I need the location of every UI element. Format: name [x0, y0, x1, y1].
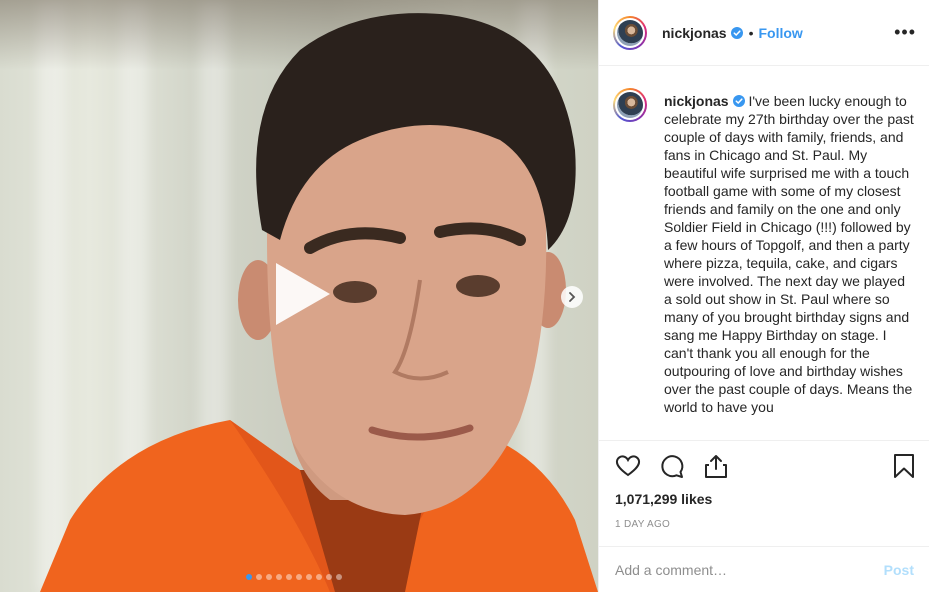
avatar-image [617, 19, 643, 46]
carousel-dot [336, 574, 342, 580]
caption: nickjonas I've been lucky enough to cele… [664, 92, 916, 416]
heart-icon[interactable] [615, 453, 641, 479]
comment-input[interactable] [615, 561, 865, 578]
play-icon [276, 263, 330, 325]
post-media[interactable] [0, 0, 598, 592]
caption-area: nickjonas I've been lucky enough to cele… [599, 66, 929, 440]
post-comment-button[interactable]: Post [884, 562, 914, 578]
like-count[interactable]: 1,071,299 likes [615, 491, 712, 507]
header-username[interactable]: nickjonas [662, 25, 727, 41]
comment-icon[interactable] [659, 453, 685, 479]
play-button[interactable] [266, 259, 336, 329]
bookmark-icon[interactable] [891, 453, 917, 479]
carousel-dot [296, 574, 302, 580]
follow-button[interactable]: Follow [759, 25, 803, 41]
header-separator: • [748, 24, 754, 41]
chevron-right-icon [569, 292, 576, 302]
caption-avatar[interactable] [613, 88, 647, 122]
avatar-image [617, 92, 643, 118]
verified-badge-icon [730, 26, 743, 39]
carousel-dot [316, 574, 322, 580]
avatar[interactable] [613, 15, 647, 50]
carousel-dot [246, 574, 252, 580]
comment-form: Post [599, 546, 929, 592]
post-header: nickjonas • Follow ••• [599, 0, 929, 66]
carousel-dot [286, 574, 292, 580]
carousel-dot [326, 574, 332, 580]
carousel-dot [256, 574, 262, 580]
caption-text: I've been lucky enough to celebrate my 2… [664, 93, 914, 415]
carousel-indicator [246, 574, 342, 582]
post-details-panel: nickjonas • Follow ••• nickjonas I've be… [598, 0, 929, 592]
verified-badge-icon [732, 95, 745, 107]
carousel-dot [306, 574, 312, 580]
caption-username[interactable]: nickjonas [664, 93, 729, 109]
carousel-next-button[interactable] [561, 286, 583, 308]
carousel-dot [276, 574, 282, 580]
post-timestamp[interactable]: 1 DAY AGO [615, 519, 670, 530]
more-options-button[interactable]: ••• [894, 23, 916, 41]
post-actions: 1,071,299 likes 1 DAY AGO [599, 440, 929, 546]
carousel-dot [266, 574, 272, 580]
share-icon[interactable] [703, 453, 729, 479]
